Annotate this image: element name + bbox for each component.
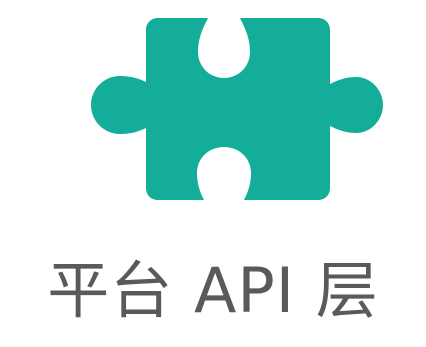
puzzle-piece-icon: [0, 0, 426, 215]
puzzle-piece-shape: [91, 18, 383, 200]
platform-api-layer-label: 平台 API 层: [47, 254, 379, 327]
illustration-card: 平台 API 层: [0, 0, 426, 347]
